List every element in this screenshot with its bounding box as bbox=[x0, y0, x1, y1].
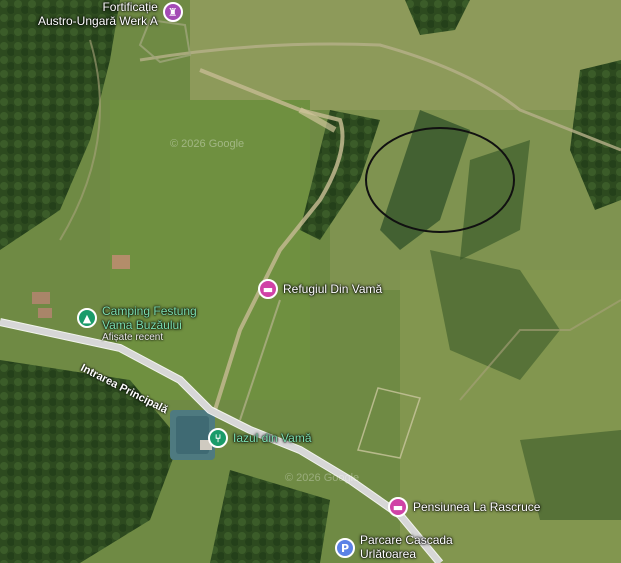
place-camping[interactable]: ▲ Camping Festung Vama Buzăului Afișate … bbox=[77, 304, 197, 344]
place-parcare[interactable]: P Parcare Cascada Urlătoarea bbox=[335, 533, 453, 561]
place-pensiunea-label: Pensiunea La Rascruce bbox=[413, 500, 541, 514]
place-camping-line2: Vama Buzăului bbox=[102, 318, 182, 332]
bed-icon: ▬ bbox=[388, 497, 408, 517]
place-fortificatie[interactable]: Fortificație Austro-Ungară Werk A ♜ bbox=[38, 0, 183, 28]
campground-icon: ▲ bbox=[77, 308, 97, 328]
map-watermark: © 2026 Google bbox=[285, 472, 360, 484]
parking-icon: P bbox=[335, 538, 355, 558]
place-refugiul[interactable]: ▬ Refugiul Din Vamă bbox=[258, 279, 382, 299]
place-pensiunea[interactable]: ▬ Pensiunea La Rascruce bbox=[388, 497, 540, 517]
place-parcare-line1: Parcare Cascada bbox=[360, 533, 453, 547]
place-camping-line1: Camping Festung bbox=[102, 304, 197, 318]
bed-icon: ▬ bbox=[258, 279, 278, 299]
place-fortificatie-line2: Austro-Ungară Werk A bbox=[38, 14, 158, 28]
place-fortificatie-line1: Fortificație bbox=[102, 0, 158, 14]
map-watermark: © 2026 Google bbox=[170, 138, 245, 150]
place-camping-note: Afișate recent bbox=[102, 332, 164, 343]
place-refugiul-label: Refugiul Din Vamă bbox=[283, 282, 383, 296]
satellite-map[interactable]: © 2026 Google © 2026 Google Intrarea Pri… bbox=[0, 0, 621, 563]
place-iazul-label: Iazul din Vamă bbox=[233, 431, 312, 445]
place-parcare-line2: Urlătoarea bbox=[360, 547, 417, 561]
place-iazul[interactable]: ⑂ Iazul din Vamă bbox=[208, 428, 312, 448]
castle-icon: ♜ bbox=[162, 2, 183, 22]
restaurant-icon: ⑂ bbox=[208, 428, 228, 448]
